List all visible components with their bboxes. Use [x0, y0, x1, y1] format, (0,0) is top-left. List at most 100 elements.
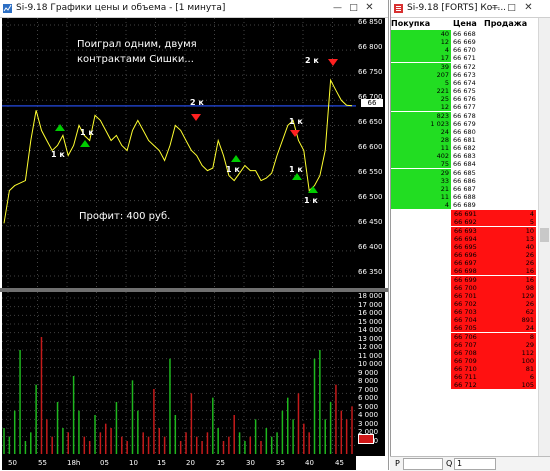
ask-row[interactable]: 66 707 29 — [391, 340, 536, 349]
volume-tick: 5 000 — [358, 402, 379, 411]
volume-bar — [244, 441, 246, 454]
minimize-icon[interactable]: — — [331, 2, 344, 14]
chart-window[interactable]: Si-9.18 Графики цены и объема - [1 минут… — [0, 0, 389, 470]
ask-row[interactable]: 66 712 105 — [391, 381, 536, 390]
time-axis[interactable]: 50 55 18h 05 10 15 20 25 30 35 40 45 19h — [2, 456, 370, 470]
bid-row[interactable]: 11 66 682 — [391, 144, 536, 153]
ask-row[interactable]: 66 702 26 — [391, 299, 536, 308]
ask-price: 66 702 — [451, 299, 484, 308]
ask-qty: 62 — [484, 308, 536, 317]
bid-row[interactable]: 4 66 670 — [391, 46, 536, 55]
bid-row[interactable]: 39 66 672 — [391, 62, 536, 71]
bid-row[interactable]: 5 66 674 — [391, 78, 536, 87]
ask-row[interactable]: 66 705 24 — [391, 324, 536, 333]
volume-bar — [265, 428, 268, 454]
bid-price: 66 676 — [453, 95, 476, 104]
ask-row[interactable]: 66 706 8 — [391, 332, 536, 341]
bid-qty: 39 — [391, 62, 451, 71]
volume-bar — [260, 441, 262, 454]
ask-row[interactable]: 66 703 62 — [391, 308, 536, 317]
bid-row[interactable]: 75 66 684 — [391, 160, 536, 169]
ask-row[interactable]: 66 699 16 — [391, 275, 536, 284]
volume-bar — [121, 436, 123, 454]
ask-price: 66 697 — [451, 259, 484, 268]
ask-row[interactable]: 66 697 26 — [391, 259, 536, 268]
price-tick: 66 350 — [358, 268, 383, 276]
volume-bar — [99, 432, 102, 454]
qty-input[interactable]: 1 — [454, 458, 496, 470]
price-input[interactable] — [403, 458, 443, 470]
price-axis[interactable]: 66 850 66 800 66 750 66 700 66 650 66 60… — [356, 18, 385, 288]
maximize-icon[interactable]: □ — [347, 2, 360, 14]
sell-marker — [191, 114, 201, 121]
close-icon[interactable]: ✕ — [363, 2, 376, 14]
ask-row[interactable]: 66 695 40 — [391, 242, 536, 251]
order-book-scrollbar[interactable] — [538, 18, 550, 456]
price-tick: 66 550 — [358, 168, 383, 176]
order-book-titlebar[interactable]: Si-9.18 [FORTS] Кот... — □ ✕ — [391, 0, 550, 18]
volume-bar — [185, 432, 187, 454]
bid-price: 66 682 — [453, 144, 476, 153]
ask-row[interactable]: 66 700 98 — [391, 283, 536, 292]
ask-row[interactable]: 66 710 81 — [391, 365, 536, 374]
volume-bar — [137, 410, 139, 454]
ask-row[interactable]: 66 708 112 — [391, 348, 536, 357]
ask-row[interactable]: 66 696 26 — [391, 251, 536, 260]
minimize-icon[interactable]: — — [489, 2, 502, 14]
price-tick: 66 800 — [358, 43, 383, 51]
ask-row[interactable]: 66 693 10 — [391, 226, 536, 235]
ask-price: 66 708 — [451, 348, 484, 357]
bid-row[interactable]: 823 66 678 — [391, 111, 536, 120]
ask-qty: 26 — [484, 251, 536, 260]
bid-row[interactable]: 12 66 669 — [391, 38, 536, 47]
bid-row[interactable]: 29 66 685 — [391, 168, 536, 177]
bid-row[interactable]: 28 66 681 — [391, 135, 536, 144]
ask-row[interactable]: 66 694 13 — [391, 234, 536, 243]
order-book-window[interactable]: Si-9.18 [FORTS] Кот... — □ ✕ Покупка Цен… — [390, 0, 550, 470]
bid-row[interactable]: 1 023 66 679 — [391, 119, 536, 128]
order-entry-bar[interactable]: P Q 1 — [390, 456, 550, 471]
trade-label: 1 к — [51, 150, 65, 159]
bid-row[interactable]: 25 66 676 — [391, 95, 536, 104]
scrollbar-thumb[interactable] — [540, 228, 549, 242]
volume-pane[interactable] — [2, 292, 363, 456]
volume-bar — [142, 432, 144, 454]
ask-row[interactable]: 66 698 16 — [391, 267, 536, 276]
ask-price: 66 709 — [451, 357, 484, 365]
price-pane[interactable]: Поиграл одним, двумя контрактами Сишки..… — [2, 18, 363, 288]
bid-row[interactable]: 17 66 671 — [391, 54, 536, 63]
ask-row[interactable]: 66 692 5 — [391, 218, 536, 227]
bid-qty: 21 — [391, 184, 451, 193]
ask-price: 66 705 — [451, 324, 484, 333]
bid-row[interactable]: 12 66 677 — [391, 103, 536, 112]
close-icon[interactable]: ✕ — [522, 2, 535, 14]
volume-bar — [51, 436, 53, 454]
bid-row[interactable]: 221 66 675 — [391, 87, 536, 96]
ask-row[interactable]: 66 709 100 — [391, 357, 536, 365]
chart-window-titlebar[interactable]: Si-9.18 Графики цены и объема - [1 минут… — [0, 0, 388, 18]
ask-row[interactable]: 66 711 6 — [391, 373, 536, 382]
volume-chart[interactable] — [2, 292, 363, 456]
volume-bar — [340, 410, 343, 454]
bid-row[interactable]: 4 66 689 — [391, 201, 536, 210]
volume-bar — [249, 436, 252, 454]
bid-row[interactable]: 24 66 680 — [391, 127, 536, 136]
bid-row[interactable]: 33 66 686 — [391, 176, 536, 185]
ask-row[interactable]: 66 701 129 — [391, 291, 536, 300]
bid-row[interactable]: 207 66 673 — [391, 70, 536, 79]
bid-row[interactable]: 11 66 688 — [391, 193, 536, 201]
bid-row[interactable]: 40 66 668 — [391, 30, 536, 38]
volume-bar — [308, 432, 310, 454]
ask-row[interactable]: 66 704 891 — [391, 316, 536, 325]
volume-bar — [115, 402, 118, 454]
bid-price: 66 668 — [453, 30, 476, 38]
bid-row[interactable]: 21 66 687 — [391, 184, 536, 193]
maximize-icon[interactable]: □ — [505, 2, 518, 14]
ask-row[interactable]: 66 691 4 — [391, 210, 536, 219]
volume-axis[interactable]: 18 000 17 000 16 000 15 000 14 000 13 00… — [356, 292, 385, 456]
buy-marker — [231, 155, 241, 162]
bid-row[interactable]: 402 66 683 — [391, 152, 536, 161]
volume-bar — [153, 389, 155, 454]
bid-price: 66 681 — [453, 135, 476, 144]
time-tick: 25 — [216, 459, 225, 467]
